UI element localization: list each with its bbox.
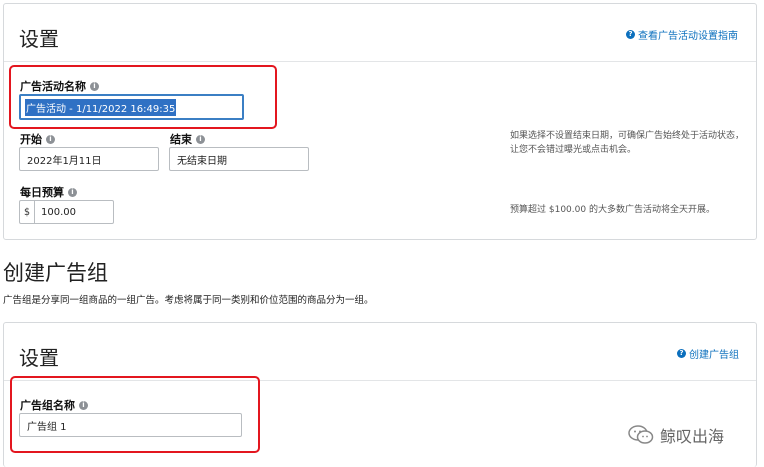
start-date-input[interactable]: 2022年1月11日 (19, 147, 159, 171)
start-date-label: 开始 i (20, 131, 55, 147)
start-date-label-text: 开始 (20, 133, 42, 146)
campaign-settings-title: 设置 (19, 27, 59, 51)
daily-budget-input[interactable]: $ 100.00 (19, 200, 114, 224)
end-date-label-text: 结束 (170, 133, 192, 146)
wechat-icon (628, 425, 654, 444)
create-ad-group-link-label: 创建广告组 (689, 350, 739, 361)
watermark: 鲸叹出海 (628, 423, 724, 447)
campaign-settings-guide-link[interactable]: ? 查看广告活动设置指南 (626, 27, 738, 42)
end-date-note: 如果选择不设置结束日期，可确保广告始终处于活动状态，让您不会错过曝光或点击机会。 (510, 131, 745, 155)
info-icon[interactable]: i (68, 187, 77, 197)
ad-group-settings-header (4, 323, 756, 381)
info-icon[interactable]: i (46, 134, 55, 144)
start-date-value: 2022年1月11日 (27, 155, 102, 167)
info-icon[interactable]: i (196, 134, 205, 144)
daily-budget-label-text: 每日预算 (20, 186, 64, 199)
daily-budget-label: 每日预算 i (20, 184, 77, 200)
create-ad-group-link[interactable]: ? 创建广告组 (677, 346, 739, 361)
campaign-name-highlight (9, 65, 277, 129)
ad-group-name-highlight (10, 376, 260, 453)
help-icon: ? (626, 30, 635, 39)
help-icon: ? (677, 349, 686, 358)
end-date-value: 无结束日期 (177, 155, 227, 167)
daily-budget-note: 预算超过 $100.00 的大多数广告活动将全天开展。 (510, 205, 715, 215)
campaign-settings-guide-link-label: 查看广告活动设置指南 (638, 31, 738, 42)
daily-budget-value: 100.00 (41, 206, 76, 218)
end-date-label: 结束 i (170, 131, 205, 147)
currency-prefix: $ (20, 201, 35, 223)
end-date-input[interactable]: 无结束日期 (169, 147, 309, 171)
ad-group-section-title: 创建广告组 (3, 261, 108, 285)
ad-group-section-description: 广告组是分享同一组商品的一组广告。考虑将属于同一类别和价位范围的商品分为一组。 (3, 295, 374, 306)
watermark-text: 鲸叹出海 (660, 427, 725, 446)
ad-group-settings-title: 设置 (19, 346, 59, 370)
